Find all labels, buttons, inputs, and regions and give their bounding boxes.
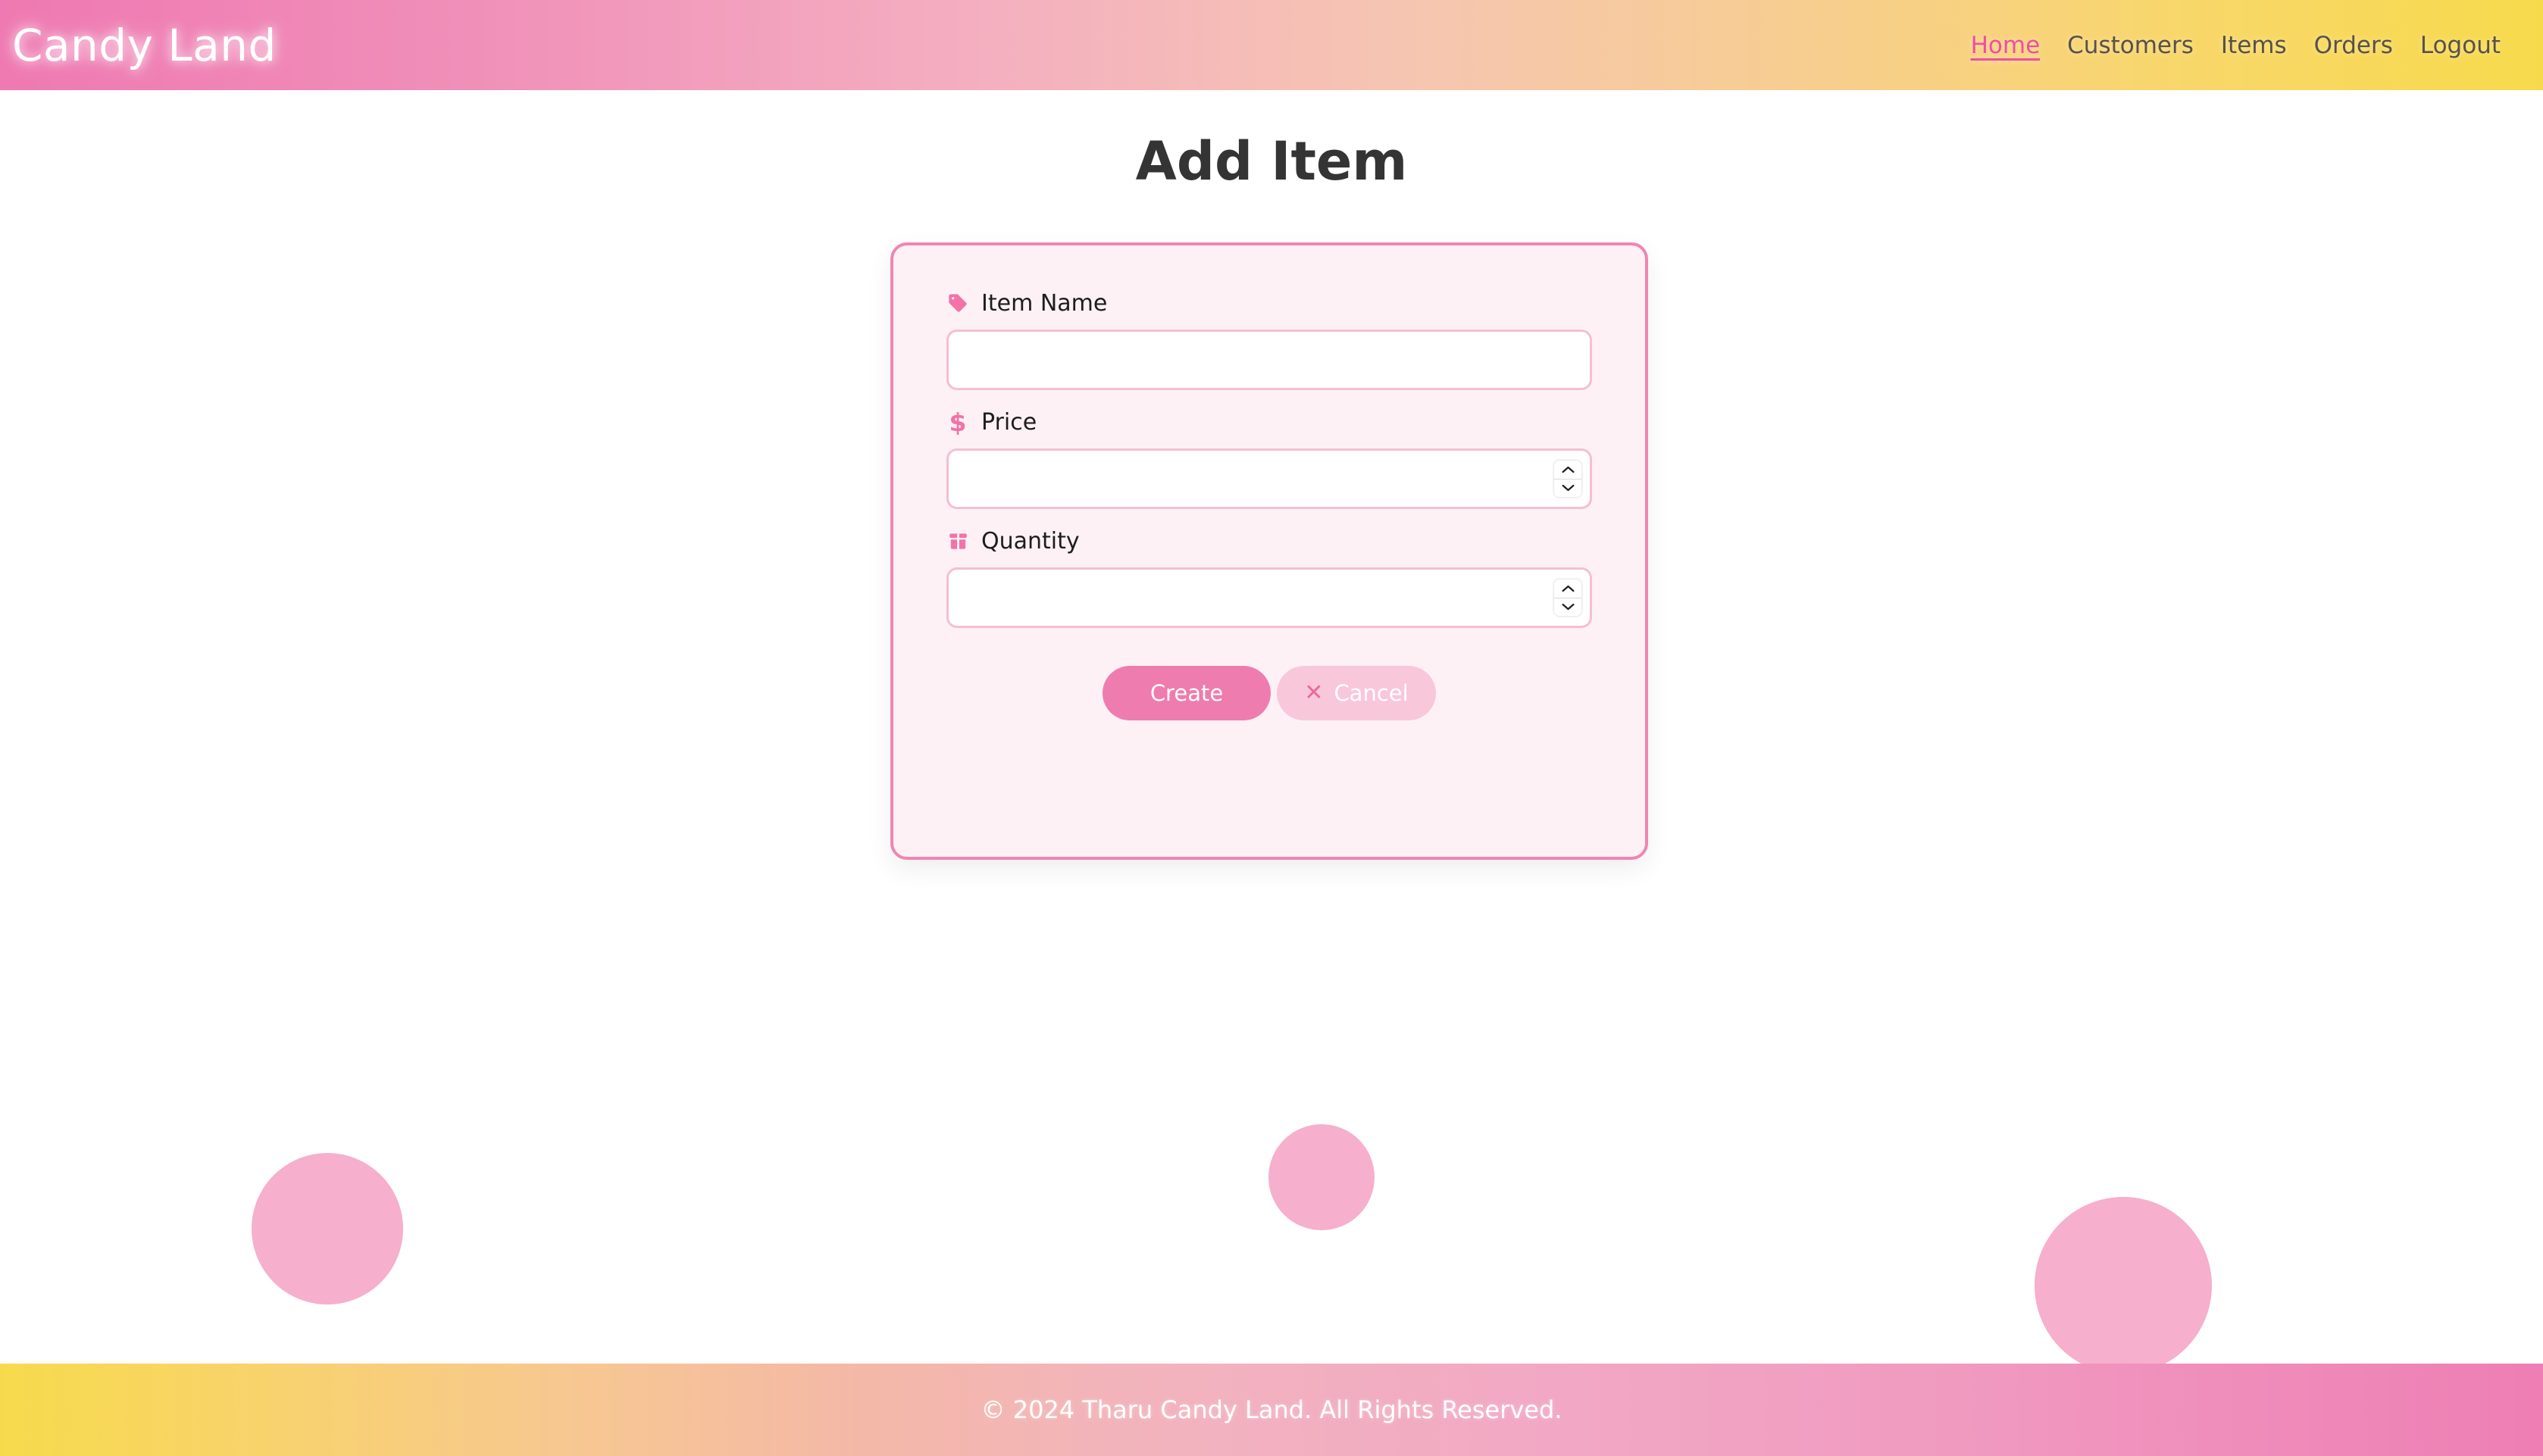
decorative-circle-right [2035, 1197, 2212, 1374]
site-header: Candy Land Home Customers Items Orders L… [0, 0, 2543, 90]
label-item-name-text: Item Name [981, 289, 1108, 317]
field-group-price: $ Price [946, 407, 1592, 509]
box-icon [946, 530, 969, 552]
add-item-form-card: Item Name $ Price Quantity Create ✕ Canc… [890, 242, 1648, 860]
cancel-button[interactable]: ✕ Cancel [1277, 666, 1436, 720]
decorative-circle-middle [1268, 1124, 1375, 1230]
label-price: $ Price [946, 407, 1592, 437]
dollar-icon: $ [949, 407, 967, 437]
label-quantity-text: Quantity [981, 527, 1080, 555]
tag-icon [946, 292, 969, 314]
price-number-stepper[interactable] [1554, 461, 1581, 497]
decorative-circle-left [252, 1153, 403, 1304]
quantity-stepper-up-icon[interactable] [1554, 580, 1581, 598]
brand-logo[interactable]: Candy Land [12, 20, 277, 71]
nav-link-items[interactable]: Items [2221, 32, 2287, 59]
nav-link-home[interactable]: Home [1971, 32, 2041, 59]
page-title: Add Item [1135, 130, 1408, 192]
nav-link-orders[interactable]: Orders [2314, 32, 2393, 59]
nav-link-logout[interactable]: Logout [2420, 32, 2501, 59]
label-price-text: Price [981, 408, 1037, 436]
item-name-input[interactable] [946, 330, 1592, 390]
create-button[interactable]: Create [1103, 666, 1271, 720]
nav-link-customers[interactable]: Customers [2067, 32, 2194, 59]
label-quantity: Quantity [946, 526, 1592, 556]
price-stepper-up-icon[interactable] [1554, 461, 1581, 479]
field-group-item-name: Item Name [946, 288, 1592, 390]
site-footer: © 2024 Tharu Candy Land. All Rights Rese… [0, 1364, 2543, 1456]
quantity-stepper-down-icon[interactable] [1554, 598, 1581, 617]
main-nav: Home Customers Items Orders Logout [1971, 32, 2513, 59]
price-stepper-down-icon[interactable] [1554, 480, 1581, 498]
field-group-quantity: Quantity [946, 526, 1592, 628]
quantity-input[interactable] [946, 567, 1592, 628]
cancel-button-label: Cancel [1334, 680, 1409, 706]
footer-copyright: © 2024 Tharu Candy Land. All Rights Rese… [981, 1395, 1562, 1424]
quantity-input-wrapper [946, 567, 1592, 628]
label-item-name: Item Name [946, 288, 1592, 318]
price-input[interactable] [946, 448, 1592, 509]
close-x-icon: ✕ [1304, 680, 1324, 706]
form-actions: Create ✕ Cancel [946, 666, 1592, 720]
quantity-number-stepper[interactable] [1554, 580, 1581, 616]
price-input-wrapper [946, 448, 1592, 509]
